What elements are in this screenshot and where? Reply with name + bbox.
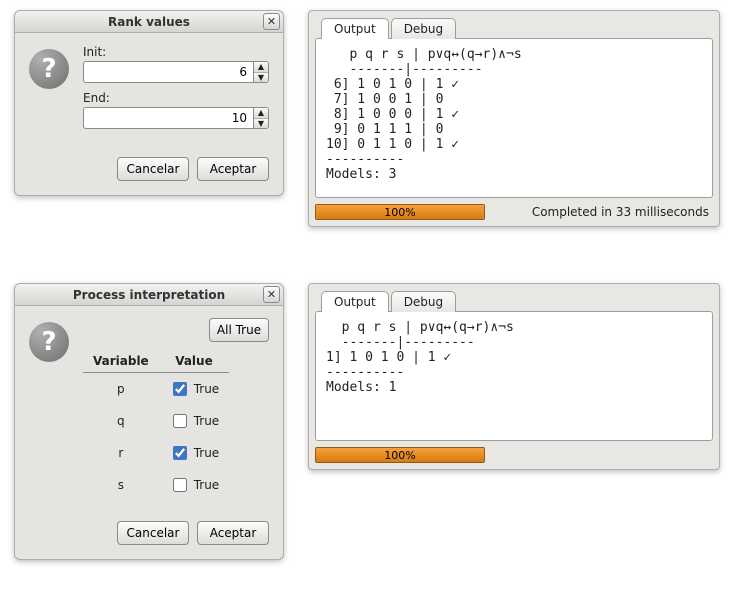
output-panel-2: Output Debug p q r s | p∨q↔(q→r)∧¬s ----…: [308, 283, 720, 470]
end-spin-up[interactable]: ▲: [254, 108, 268, 119]
progress-bar: 100%: [315, 204, 485, 220]
end-label: End:: [83, 91, 269, 105]
question-icon: ?: [29, 322, 69, 362]
output-text: p q r s | p∨q↔(q→r)∧¬s -------|---------…: [315, 38, 713, 198]
var-value-cell: True: [159, 373, 230, 406]
var-checkbox-p[interactable]: [173, 382, 187, 396]
tab-debug[interactable]: Debug: [391, 18, 456, 39]
all-true-button[interactable]: All True: [209, 318, 269, 342]
var-checkbox-label: True: [194, 414, 220, 428]
end-spinner: ▲ ▼: [83, 107, 269, 129]
process-interpretation-dialog: Process interpretation ✕ ? All True Vari…: [14, 283, 284, 560]
end-spin-down[interactable]: ▼: [254, 119, 268, 129]
pi-table: Variable Value p True q True r True s True: [83, 350, 229, 501]
close-icon[interactable]: ✕: [263, 286, 280, 303]
question-icon: ?: [29, 49, 69, 89]
accept-button[interactable]: Aceptar: [197, 157, 269, 181]
tab-output[interactable]: Output: [321, 18, 389, 39]
cancel-button[interactable]: Cancelar: [117, 157, 189, 181]
progress-percent: 100%: [316, 205, 484, 219]
tabstrip: Output Debug: [321, 290, 713, 311]
init-spin-up[interactable]: ▲: [254, 62, 268, 73]
rank-values-title: Rank values: [108, 15, 190, 29]
output-panel-1: Output Debug p q r s | p∨q↔(q→r)∧¬s ----…: [308, 10, 720, 227]
var-checkbox-label: True: [194, 446, 220, 460]
var-checkbox-label: True: [194, 478, 220, 492]
table-row: r True: [83, 437, 229, 469]
var-checkbox-s[interactable]: [173, 478, 187, 492]
init-label: Init:: [83, 45, 269, 59]
col-value: Value: [159, 350, 230, 373]
init-spinner: ▲ ▼: [83, 61, 269, 83]
progress-percent: 100%: [316, 448, 484, 462]
var-name: r: [83, 437, 159, 469]
tabstrip: Output Debug: [321, 17, 713, 38]
tab-output[interactable]: Output: [321, 291, 389, 312]
var-checkbox-r[interactable]: [173, 446, 187, 460]
table-row: q True: [83, 405, 229, 437]
tab-debug[interactable]: Debug: [391, 291, 456, 312]
pi-titlebar[interactable]: Process interpretation ✕: [15, 284, 283, 306]
var-name: p: [83, 373, 159, 406]
var-value-cell: True: [159, 469, 230, 501]
var-name: q: [83, 405, 159, 437]
col-variable: Variable: [83, 350, 159, 373]
table-row: s True: [83, 469, 229, 501]
status-text: Completed in 33 milliseconds: [532, 205, 713, 219]
var-checkbox-label: True: [194, 382, 220, 396]
cancel-button[interactable]: Cancelar: [117, 521, 189, 545]
end-input[interactable]: [83, 107, 253, 129]
rank-values-titlebar[interactable]: Rank values ✕: [15, 11, 283, 33]
var-value-cell: True: [159, 437, 230, 469]
var-checkbox-q[interactable]: [173, 414, 187, 428]
var-value-cell: True: [159, 405, 230, 437]
init-spin-down[interactable]: ▼: [254, 73, 268, 83]
accept-button[interactable]: Aceptar: [197, 521, 269, 545]
rank-values-dialog: Rank values ✕ ? Init: ▲ ▼ End: ▲ ▼: [14, 10, 284, 196]
init-input[interactable]: [83, 61, 253, 83]
pi-title: Process interpretation: [73, 288, 225, 302]
progress-bar: 100%: [315, 447, 485, 463]
table-row: p True: [83, 373, 229, 406]
output-text: p q r s | p∨q↔(q→r)∧¬s -------|---------…: [315, 311, 713, 441]
close-icon[interactable]: ✕: [263, 13, 280, 30]
var-name: s: [83, 469, 159, 501]
